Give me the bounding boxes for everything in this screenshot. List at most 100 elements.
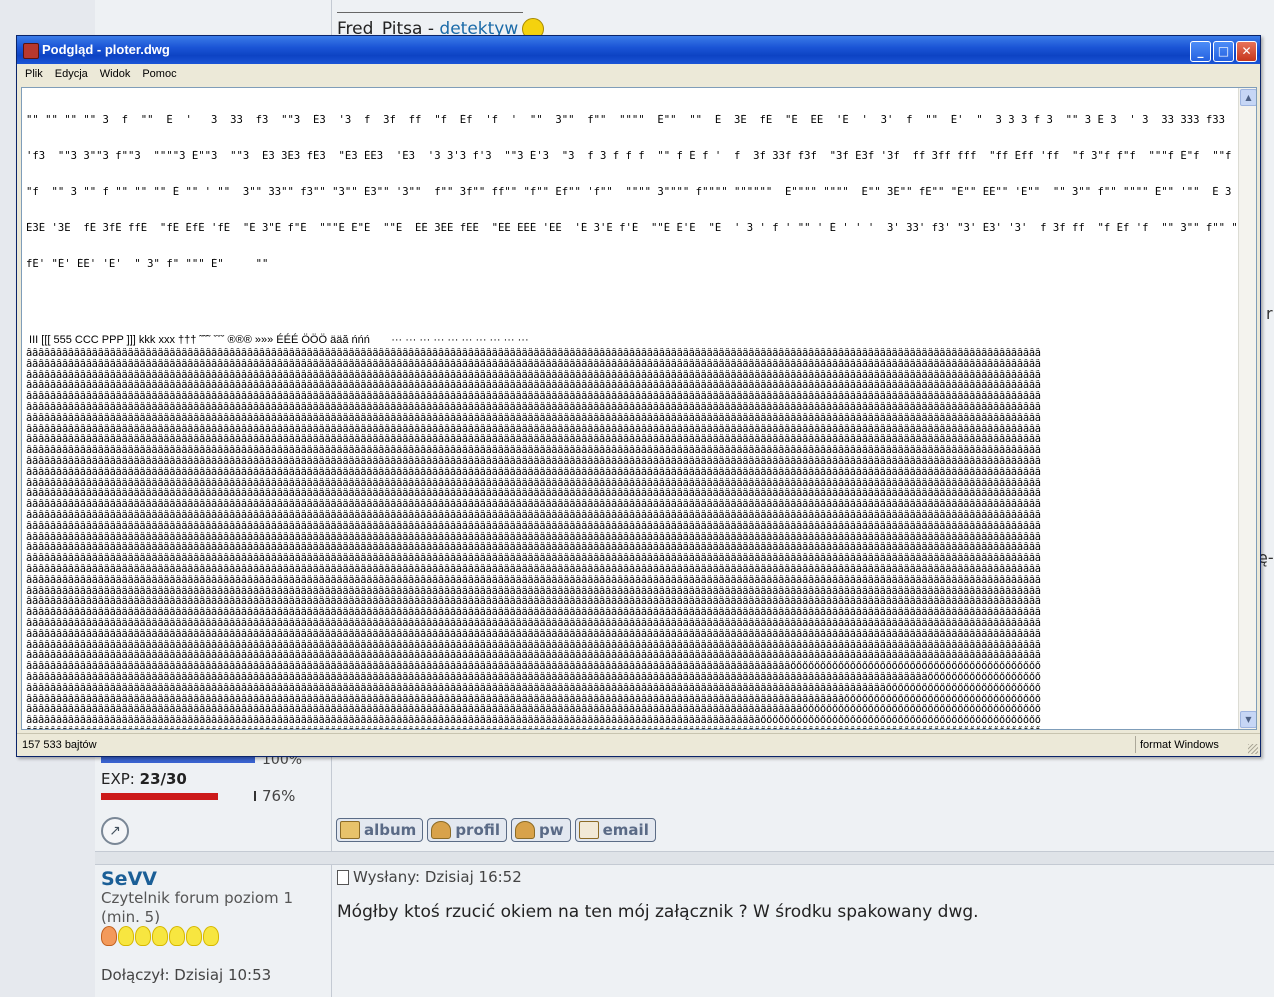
exp-label: EXP: 23/30 [101, 770, 187, 788]
binary-fill-line: ââââââââââââââââââââââââââââââââââââââââ… [26, 380, 1041, 392]
binary-fill-block: ââââââââââââââââââââââââââââââââââââââââ… [26, 348, 1236, 729]
binary-line: "f "" 3 "" f "" "" "" Ĕ "" ' "" 3"" 33""… [26, 186, 1232, 198]
binary-fill-line: ââââââââââââââââââââââââââââââââââââââââ… [26, 509, 1041, 521]
profile-icon [431, 821, 452, 839]
binary-fill-line: ââââââââââââââââââââââââââââââââââââââââ… [26, 445, 1041, 456]
binary-fill-line: ââââââââââââââââââââââââââââââââââââââââ… [26, 401, 1041, 413]
app-icon [23, 43, 39, 59]
scroll-up-icon[interactable]: ▲ [1240, 89, 1256, 106]
binary-fill-line: ââââââââââââââââââââââââââââââââââââââââ… [26, 553, 1041, 564]
binary-fill-line: ââââââââââââââââââââââââââââââââââââââââ… [26, 671, 1041, 683]
resize-grip-icon[interactable] [1248, 744, 1258, 754]
binary-fill-line: ââââââââââââââââââââââââââââââââââââââââ… [26, 682, 1041, 694]
binary-fill-line: ââââââââââââââââââââââââââââââââââââââââ… [26, 693, 1041, 705]
post-doc-icon [337, 869, 349, 885]
status-bar: 157 533 bajtów format Windows [17, 733, 1260, 756]
maximize-button[interactable]: □ [1213, 41, 1234, 62]
menu-view[interactable]: Widok [100, 68, 131, 80]
menu-file[interactable]: Plik [25, 68, 43, 80]
pm-label: pw [539, 821, 564, 839]
rank-star-icon [135, 926, 151, 946]
window-titlebar[interactable]: Podgląd - ploter.dwg _ □ ✕ [17, 36, 1260, 64]
menu-edit[interactable]: Edycja [55, 68, 88, 80]
email-label: email [602, 821, 649, 839]
hp-bar [101, 757, 255, 763]
album-label: album [364, 821, 417, 839]
vertical-scrollbar[interactable]: ▲ ▼ [1238, 88, 1256, 729]
post-timestamp: Wysłany: Dzisiaj 16:52 [337, 868, 522, 886]
post-action-buttons: album profil pw email [336, 818, 656, 842]
binary-fill-line: ââââââââââââââââââââââââââââââââââââââââ… [26, 423, 1041, 435]
binary-fill-line: ââââââââââââââââââââââââââââââââââââââââ… [26, 434, 1041, 446]
binary-fill-line: ââââââââââââââââââââââââââââââââââââââââ… [26, 358, 1041, 370]
exp-caption: EXP: [101, 770, 135, 788]
profile-button[interactable]: profil [427, 818, 508, 842]
glyph-line: III [[[ 555 CCC PPP ]]] kkk xxx ††† ˜˜˜ … [26, 334, 529, 346]
rank-star-icon [203, 926, 219, 946]
preview-window: Podgląd - ploter.dwg _ □ ✕ Plik Edycja W… [16, 35, 1261, 757]
status-file-size: 157 533 bajtów [22, 739, 97, 751]
rank-star-icon [186, 926, 202, 946]
rank-star-icon [101, 926, 117, 946]
binary-fill-line: ââââââââââââââââââââââââââââââââââââââââ… [26, 542, 1041, 554]
album-button[interactable]: album [336, 818, 424, 842]
binary-line: fĔ' "Ĕ' ĔĔ' 'Ĕ' " 3" f" """ Ĕ" "" [26, 258, 269, 270]
scroll-down-icon[interactable]: ▼ [1240, 711, 1256, 728]
post-author-joined: Dołączył: Dzisiaj 10:53 [101, 966, 272, 984]
binary-fill-line: ââââââââââââââââââââââââââââââââââââââââ… [26, 466, 1041, 478]
rank-star-icon [169, 926, 185, 946]
binary-fill-line: ââââââââââââââââââââââââââââââââââââââââ… [26, 585, 1041, 597]
binary-fill-line: ââââââââââââââââââââââââââââââââââââââââ… [26, 391, 1041, 402]
exp-value: 23/30 [139, 770, 187, 788]
email-button[interactable]: email [574, 818, 656, 842]
binary-fill-line: ââââââââââââââââââââââââââââââââââââââââ… [26, 531, 1041, 543]
binary-fill-line: ââââââââââââââââââââââââââââââââââââââââ… [26, 477, 1041, 489]
post-author-name[interactable]: SeVV [101, 868, 157, 890]
binary-fill-line: ââââââââââââââââââââââââââââââââââââââââ… [26, 455, 1041, 467]
file-content-view[interactable]: "" "" "" "" 3 f "" Ĕ ' 3 33 f3 ""3 Ĕ3 '3… [21, 87, 1257, 730]
close-button[interactable]: ✕ [1236, 41, 1257, 62]
binary-fill-line: ââââââââââââââââââââââââââââââââââââââââ… [26, 369, 1041, 381]
binary-line: Ĕ3Ĕ '3Ĕ fĔ 3fĔ ffĔ "fĔ ĔfĔ 'fĔ "Ĕ 3"Ĕ f"… [26, 222, 1236, 234]
rank-star-icon [118, 926, 134, 946]
back-to-top-icon[interactable]: ↗ [101, 817, 129, 845]
post-text: Mógłby ktoś rzucić okiem na ten mój załą… [337, 902, 979, 922]
exp-bar-end [254, 791, 256, 801]
menu-help[interactable]: Pomoc [142, 68, 176, 80]
rank-stars [101, 926, 219, 946]
private-message-button[interactable]: pw [511, 818, 571, 842]
clipped-text: r [1266, 304, 1273, 323]
binary-fill-line: ââââââââââââââââââââââââââââââââââââââââ… [26, 704, 1041, 716]
binary-fill-line: ââââââââââââââââââââââââââââââââââââââââ… [26, 617, 1041, 629]
binary-fill-line: ââââââââââââââââââââââââââââââââââââââââ… [26, 412, 1041, 424]
binary-fill-line: ââââââââââââââââââââââââââââââââââââââââ… [26, 639, 1041, 651]
users-icon [515, 821, 536, 839]
binary-fill-line: ââââââââââââââââââââââââââââââââââââââââ… [26, 726, 1236, 729]
binary-fill-line: ââââââââââââââââââââââââââââââââââââââââ… [26, 596, 1041, 608]
exp-bar [101, 793, 219, 800]
binary-fill-line: ââââââââââââââââââââââââââââââââââââââââ… [26, 488, 1041, 500]
binary-fill-line: ââââââââââââââââââââââââââââââââââââââââ… [26, 650, 1041, 662]
post-author-rank: Czytelnik forum poziom 1 (min. 5) [101, 889, 293, 926]
binary-fill-line: ââââââââââââââââââââââââââââââââââââââââ… [26, 628, 1041, 640]
menu-bar: Plik Edycja Widok Pomoc [17, 64, 1260, 84]
binary-header-text: "" "" "" "" 3 f "" Ĕ ' 3 33 f3 ""3 Ĕ3 '3… [26, 90, 1236, 294]
binary-fill-line: ââââââââââââââââââââââââââââââââââââââââ… [26, 661, 1041, 672]
window-title: Podgląd - ploter.dwg [42, 42, 170, 57]
minimize-button[interactable]: _ [1190, 41, 1211, 62]
binary-fill-line: ââââââââââââââââââââââââââââââââââââââââ… [26, 715, 1041, 726]
status-divider [1135, 736, 1136, 753]
binary-line: 'f3 ""3 3""3 f""3 """"3 Ĕ""3 ""3 Ĕ3 3Ĕ3 … [26, 150, 1232, 162]
file-content: "" "" "" "" 3 f "" Ĕ ' 3 33 f3 ""3 Ĕ3 '3… [26, 90, 1236, 729]
binary-fill-line: ââââââââââââââââââââââââââââââââââââââââ… [26, 520, 1041, 532]
post-timestamp-text: Wysłany: Dzisiaj 16:52 [353, 868, 522, 886]
binary-fill-line: ââââââââââââââââââââââââââââââââââââââââ… [26, 607, 1041, 618]
album-icon [340, 821, 360, 839]
envelope-icon [578, 821, 599, 839]
exp-percent: 76% [262, 787, 296, 805]
rank-star-icon [152, 926, 168, 946]
post-separator [95, 851, 1274, 865]
binary-fill-line: ââââââââââââââââââââââââââââââââââââââââ… [26, 563, 1041, 575]
binary-fill-line: ââââââââââââââââââââââââââââââââââââââââ… [26, 574, 1041, 586]
binary-fill-line: ââââââââââââââââââââââââââââââââââââââââ… [26, 499, 1041, 510]
